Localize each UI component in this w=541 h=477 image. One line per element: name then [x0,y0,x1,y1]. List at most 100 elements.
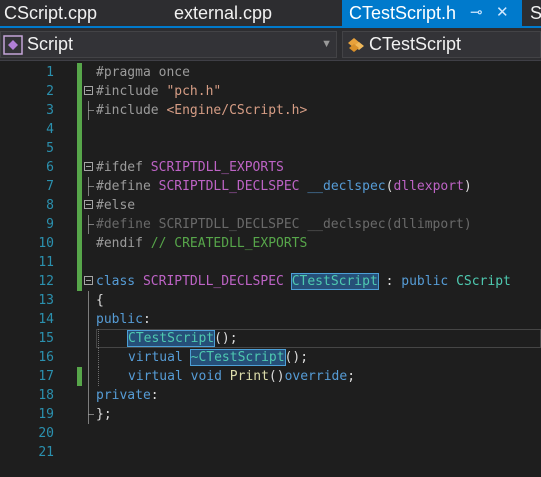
change-marker [77,272,82,291]
line-number: 18 [38,388,54,403]
line-number: 2 [46,84,54,99]
change-marker [77,215,82,234]
code-editor[interactable]: 1 #pragma once 2 #include "pch.h" 3 #inc… [0,61,541,477]
line-number: 1 [46,65,54,80]
change-marker [77,120,82,139]
fold-guide [88,367,89,386]
code-line: 21 [0,443,541,462]
code-text: }; [96,407,112,422]
line-number: 15 [38,331,54,346]
code-text: class SCRIPTDLL_DECLSPEC CTestScript : p… [96,273,511,290]
line-number: 20 [38,426,54,441]
code-line: 18 private: [0,386,541,405]
tab-label: external.cpp [174,3,273,23]
code-line: 19 }; [0,405,541,424]
collapse-icon[interactable] [84,276,93,285]
tab-label: S [530,3,541,23]
code-line: 5 [0,139,541,158]
line-number: 3 [46,103,54,118]
tab-label: CScript.cpp [4,3,98,23]
fold-guide [88,310,89,329]
change-marker [77,139,82,158]
line-number: 6 [46,160,54,175]
code-text: #define SCRIPTDLL_DECLSPEC __declspec(dl… [96,217,472,232]
code-line: 7 #define SCRIPTDLL_DECLSPEC __declspec(… [0,177,541,196]
code-text: virtual void Print()override; [128,369,356,384]
code-text: #include <Engine/CScript.h> [96,103,308,118]
fold-guide-end [88,414,94,415]
line-number: 16 [38,350,54,365]
tab-ctestscript-h[interactable]: CTestScript.h ⊸ ✕ [342,0,522,26]
scope-label: Script [27,34,74,54]
code-line-current: 15 CTestScript(); [0,329,541,348]
line-number: 12 [38,274,54,289]
code-line: 11 [0,253,541,272]
change-marker [77,63,82,82]
chevron-down-icon: ▼ [321,38,332,50]
tab-cscript-cpp[interactable]: CScript.cpp [4,0,164,26]
code-text: #define SCRIPTDLL_DECLSPEC __declspec(dl… [96,179,472,194]
line-number: 4 [46,122,54,137]
fold-guide [88,386,89,405]
collapse-icon[interactable] [84,200,93,209]
change-marker [77,101,82,120]
member-label: CTestScript [369,34,462,54]
line-number: 17 [38,369,54,384]
change-marker [77,196,82,215]
code-line: 16 virtual ~CTestScript(); [0,348,541,367]
change-marker [77,253,82,272]
tab-label: CTestScript.h [349,3,457,23]
code-line: 1 #pragma once [0,63,541,82]
code-line: 10 #endif // CREATEDLL_EXPORTS [0,234,541,253]
code-text: virtual ~CTestScript(); [128,349,309,366]
scope-dropdown[interactable]: Script ▼ [0,31,337,58]
code-text: #endif // CREATEDLL_EXPORTS [96,236,308,251]
project-icon [3,35,23,55]
code-line: 12 class SCRIPTDLL_DECLSPEC CTestScript … [0,272,541,291]
document-tab-bar: CScript.cpp external.cpp CTestScript.h ⊸… [0,0,541,28]
change-marker [77,367,82,386]
code-line: 20 [0,424,541,443]
fold-guide [88,329,89,348]
tab-overflow[interactable]: S [530,0,541,26]
code-text: #else [96,198,136,213]
fold-guide-end [88,186,94,187]
code-line: 6 #ifdef SCRIPTDLL_EXPORTS [0,158,541,177]
fold-guide [88,348,89,367]
code-line: 2 #include "pch.h" [0,82,541,101]
change-marker [77,158,82,177]
code-line: 17 virtual void Print()override; [0,367,541,386]
member-dropdown[interactable]: CTestScript [342,31,541,58]
navigation-bar: Script ▼ CTestScript [0,28,541,61]
code-line: 4 [0,120,541,139]
tab-external-cpp[interactable]: external.cpp [174,0,334,26]
code-text: public: [96,312,151,327]
line-number: 8 [46,198,54,213]
fold-guide [88,291,89,310]
code-text: #pragma once [96,65,190,80]
close-icon[interactable]: ✕ [496,0,509,26]
line-number: 14 [38,312,54,327]
code-line: 13 { [0,291,541,310]
line-number: 11 [38,255,54,270]
code-line: 9 #define SCRIPTDLL_DECLSPEC __declspec(… [0,215,541,234]
line-number: 9 [46,217,54,232]
highlighted-reference: CTestScript [290,273,379,290]
code-text: CTestScript(); [126,330,238,347]
collapse-icon[interactable] [84,86,93,95]
code-text: #include "pch.h" [96,84,222,99]
fold-guide-end [88,224,94,225]
code-text: { [96,293,104,308]
line-number: 19 [38,407,54,422]
highlighted-reference: ~CTestScript [189,349,286,366]
change-marker [77,234,82,253]
pin-icon[interactable]: ⊸ [470,0,483,26]
line-number: 21 [38,445,54,460]
code-text: private: [96,388,159,403]
change-marker [77,177,82,196]
line-number: 7 [46,179,54,194]
collapse-icon[interactable] [84,162,93,171]
code-text: #ifdef SCRIPTDLL_EXPORTS [96,160,284,175]
change-marker [77,82,82,101]
line-number: 13 [38,293,54,308]
